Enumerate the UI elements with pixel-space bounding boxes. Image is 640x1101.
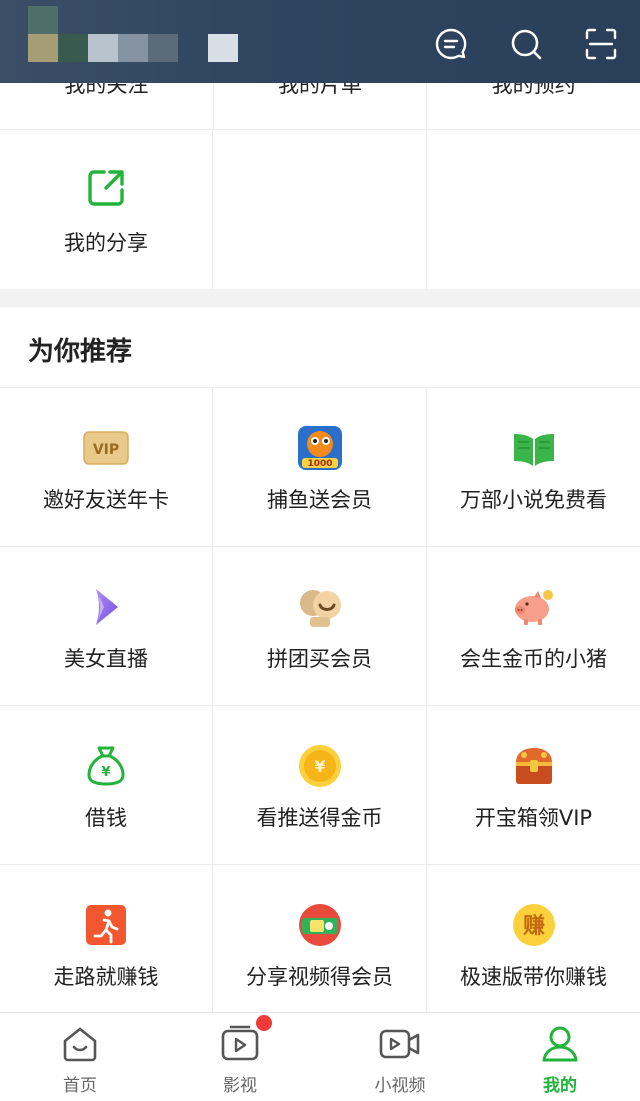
recommend-item-loan[interactable]: ¥ 借钱	[0, 706, 213, 865]
message-icon[interactable]	[433, 26, 469, 62]
top-header	[0, 0, 640, 83]
bottom-tab-bar: 首页 影视 小视频 我的	[0, 1012, 640, 1101]
svg-text:VIP: VIP	[93, 442, 119, 458]
earn-coin-icon: 赚	[510, 901, 558, 949]
tab-label: 小视频	[374, 1076, 426, 1096]
svg-text:¥: ¥	[101, 765, 110, 780]
user-icon	[539, 1023, 581, 1063]
recommend-item-treasure[interactable]: 开宝箱领VIP	[427, 706, 640, 865]
empty-cell	[427, 130, 640, 289]
video-play-icon	[219, 1023, 261, 1063]
recommend-item-label: 走路就赚钱	[53, 965, 159, 989]
svg-text:1000: 1000	[307, 459, 332, 469]
recommend-item-push-coins[interactable]: ¥ 看推送得金币	[213, 706, 427, 865]
recommend-item-label: 捕鱼送会员	[267, 488, 372, 512]
recommend-item-piggy[interactable]: 会生金币的小猪	[427, 547, 640, 706]
my-playlist-label: 我的片单	[278, 83, 362, 97]
recommend-item-label: 看推送得金币	[256, 806, 383, 830]
svg-text:¥: ¥	[314, 757, 325, 776]
my-share-item[interactable]: 我的分享	[0, 130, 213, 289]
tab-home[interactable]: 首页	[0, 1013, 160, 1101]
gold-coin-icon: ¥	[296, 742, 344, 790]
home-icon	[59, 1023, 101, 1063]
recommend-item-novels[interactable]: 万部小说免费看	[427, 388, 640, 547]
tab-movies[interactable]: 影视	[160, 1013, 320, 1101]
recommend-item-live[interactable]: 美女直播	[0, 547, 213, 706]
my-functions-row-top: 我的关注 我的片单 我的预约	[0, 83, 640, 130]
my-share-label: 我的分享	[64, 231, 148, 255]
search-icon[interactable]	[508, 26, 544, 62]
tab-short-video[interactable]: 小视频	[320, 1013, 480, 1101]
recommend-item-label: 邀好友送年卡	[43, 488, 169, 512]
recommend-item-label: 开宝箱领VIP	[474, 806, 593, 830]
vip-card-icon: VIP	[82, 424, 130, 472]
recommend-item-group-buy[interactable]: 拼团买会员	[213, 547, 427, 706]
tab-label: 我的	[543, 1076, 577, 1096]
recommend-item-walk[interactable]: 走路就赚钱	[0, 865, 213, 1012]
my-functions-row-share: 我的分享	[0, 130, 640, 289]
tab-label: 首页	[63, 1076, 97, 1096]
share-icon	[82, 164, 130, 212]
recommend-item-label: 借钱	[85, 806, 127, 830]
money-bag-icon: ¥	[82, 742, 130, 790]
group-buy-icon	[296, 583, 344, 631]
recommend-item-label: 会生金币的小猪	[460, 647, 607, 671]
walk-icon	[82, 901, 130, 949]
my-follow-item[interactable]: 我的关注	[0, 83, 214, 129]
recommend-item-lite-earn[interactable]: 赚 极速版带你赚钱	[427, 865, 640, 1012]
recommend-item-label: 美女直播	[64, 647, 148, 671]
recommend-item-fishing[interactable]: 1000 捕鱼送会员	[213, 388, 427, 547]
scan-icon[interactable]	[583, 26, 619, 62]
recommend-item-label: 极速版带你赚钱	[460, 965, 607, 989]
live-play-icon	[82, 583, 130, 631]
blurred-profile-info	[28, 6, 238, 62]
my-reservation-label: 我的预约	[491, 83, 576, 97]
recommend-section: 为你推荐 VIP 邀好友送年卡 1000 捕鱼送会员 万部小说免费看 美女直播	[0, 307, 640, 1012]
recommend-grid: VIP 邀好友送年卡 1000 捕鱼送会员 万部小说免费看 美女直播 拼团买会员…	[0, 387, 640, 1012]
piggy-icon	[510, 583, 558, 631]
tab-label: 影视	[223, 1076, 257, 1096]
book-icon	[510, 424, 558, 472]
tab-mine[interactable]: 我的	[480, 1013, 640, 1101]
fish-game-icon: 1000	[296, 424, 344, 472]
my-functions-section: 我的关注 我的片单 我的预约 我的分享	[0, 83, 640, 289]
my-playlist-item[interactable]: 我的片单	[214, 83, 428, 129]
svg-text:赚: 赚	[522, 913, 544, 939]
recommend-item-label: 分享视频得会员	[246, 965, 393, 989]
share-video-icon	[296, 901, 344, 949]
video-camera-icon	[379, 1023, 421, 1063]
recommend-item-share-video[interactable]: 分享视频得会员	[213, 865, 427, 1012]
my-reservation-item[interactable]: 我的预约	[427, 83, 640, 129]
recommend-item-invite[interactable]: VIP 邀好友送年卡	[0, 388, 213, 547]
empty-cell	[213, 130, 427, 289]
treasure-chest-icon	[510, 742, 558, 790]
recommend-title: 为你推荐	[28, 337, 133, 367]
my-follow-label: 我的关注	[64, 83, 149, 97]
recommend-item-label: 万部小说免费看	[460, 488, 607, 512]
recommend-item-label: 拼团买会员	[267, 647, 372, 671]
notification-dot	[256, 1015, 272, 1031]
